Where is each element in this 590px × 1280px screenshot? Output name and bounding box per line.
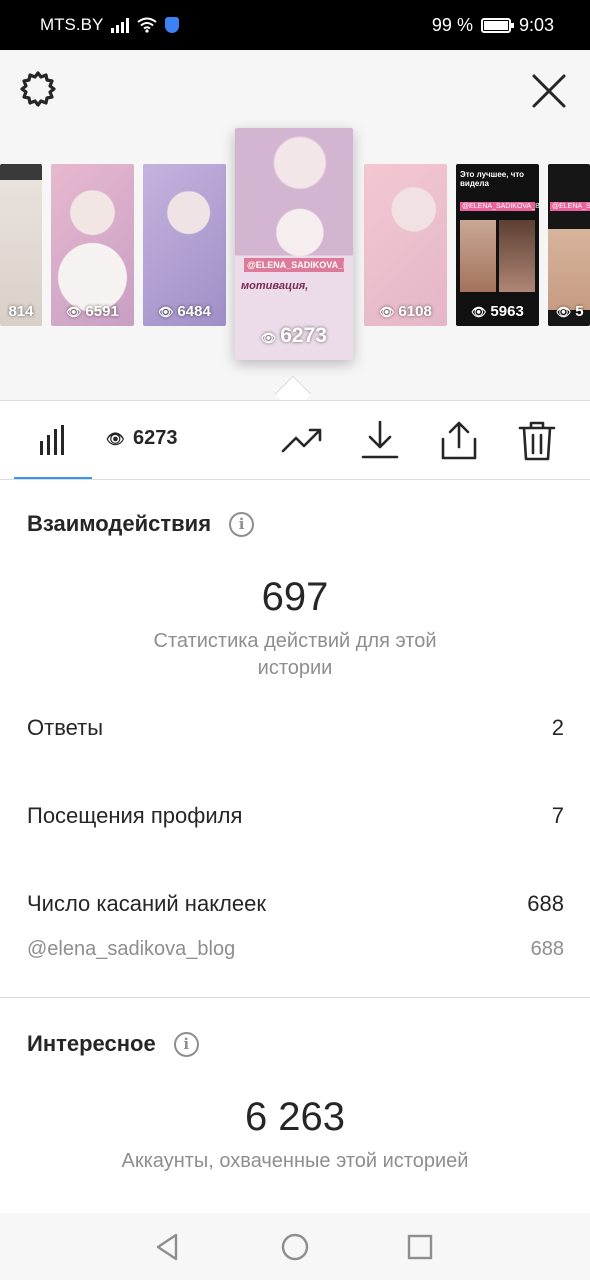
- signal-icon: [111, 17, 130, 33]
- story-thumbnail[interactable]: 👁 6591: [51, 164, 134, 326]
- story-strip-header: 814 👁 6591 👁 6484 👁 6108 Это лучшее, что ви…: [0, 50, 590, 413]
- eye-icon: 👁: [471, 305, 487, 319]
- carrier-name: MTS.BY: [40, 15, 104, 34]
- story-view-count: 👁 6273: [106, 427, 178, 449]
- bar-chart-icon: [40, 425, 64, 455]
- discovery-subtitle: Аккаунты, охваченные этой историей: [121, 1150, 469, 1172]
- story-toolbar: 👁 6273: [0, 400, 590, 480]
- settings-gear-icon[interactable]: [18, 69, 58, 109]
- eye-icon: 👁: [556, 305, 572, 319]
- share-icon[interactable]: [437, 419, 481, 463]
- back-icon[interactable]: [150, 1229, 186, 1265]
- story-thumbnail[interactable]: 👁 6108: [364, 164, 447, 326]
- insights-tab[interactable]: [14, 401, 92, 479]
- story-overlay-tag: @ELENA_SADIKOVA_BLOG: [244, 258, 344, 272]
- interactions-total: 697: [261, 575, 329, 619]
- battery-percent: 99 %: [431, 15, 473, 35]
- story-views: 👁 6591: [66, 303, 119, 320]
- eye-icon: 👁: [379, 305, 395, 319]
- home-icon[interactable]: [277, 1229, 313, 1265]
- battery-icon: [480, 18, 514, 33]
- story-views: 👁 6108: [379, 303, 432, 320]
- eye-icon: 👁: [261, 331, 277, 345]
- story-image: [51, 164, 134, 326]
- story-thumbnail[interactable]: 814: [0, 164, 42, 326]
- story-image: [548, 164, 590, 326]
- story-views: 👁 5: [556, 303, 584, 320]
- story-views: 👁 6484: [158, 303, 211, 320]
- photo-right: [499, 220, 535, 292]
- metric-value: 7: [551, 803, 564, 828]
- wifi-icon: [137, 17, 157, 33]
- sticker-mention-value: 688: [530, 938, 564, 960]
- active-tab-indicator: [14, 477, 92, 479]
- download-icon[interactable]: [358, 419, 402, 463]
- info-icon[interactable]: i: [173, 1031, 199, 1057]
- clock: 9:03: [518, 15, 554, 35]
- metric-value: 2: [551, 715, 564, 740]
- story-image: [364, 164, 447, 326]
- discovery-heading: Интересное i: [27, 1031, 199, 1057]
- story-overlay-title: мотивация,: [241, 280, 309, 292]
- metric-value: 688: [527, 891, 564, 916]
- metric-label: Ответы: [27, 715, 104, 740]
- status-bar: MTS.BY 99 % 9:03: [0, 0, 590, 50]
- story-image: [143, 164, 226, 326]
- metric-label: Посещения профиля: [27, 803, 243, 828]
- eye-icon: 👁: [66, 305, 82, 319]
- recents-icon[interactable]: [402, 1229, 438, 1265]
- story-thumbnail[interactable]: 👁 6484: [143, 164, 226, 326]
- eye-icon: 👁: [106, 430, 126, 448]
- metric-row-replies: Ответы 2: [27, 715, 564, 741]
- story-image: [0, 164, 42, 326]
- photo-left: [460, 220, 496, 292]
- story-views: 👁 5963: [471, 303, 524, 320]
- trending-up-icon[interactable]: [280, 419, 324, 463]
- metric-label: Число касаний наклеек: [27, 891, 266, 916]
- section-divider: [0, 997, 590, 998]
- trash-icon[interactable]: [515, 419, 559, 463]
- story-overlay-tag: @ELENA_SADIKOVA_BLOG: [460, 202, 539, 211]
- story-views: 👁 6273: [261, 324, 327, 347]
- story-thumbnail[interactable]: Это лучшее, что видела @ELENA_SADIKOVA_B…: [456, 164, 539, 326]
- info-icon[interactable]: i: [229, 511, 255, 537]
- discovery-total: 6 263: [244, 1095, 346, 1139]
- story-views: 814: [8, 303, 34, 320]
- metric-row-sticker-taps: Число касаний наклеек 688: [27, 891, 564, 917]
- interactions-heading: Взаимодействия i: [27, 511, 255, 537]
- story-overlay-tag: @ELENA_SADIKOVA_BLOG: [550, 202, 590, 211]
- sticker-mention-row: @elena_sadikova_blog 688: [27, 938, 564, 961]
- system-navigation-bar: [0, 1213, 590, 1280]
- close-icon[interactable]: [528, 70, 570, 112]
- selected-story-thumbnail[interactable]: @ELENA_SADIKOVA_BLOG мотивация, 👁6273: [235, 128, 353, 360]
- interactions-subtitle: Статистика действий для этой истории: [153, 630, 437, 679]
- eye-icon: 👁: [158, 305, 174, 319]
- story-thumbnail[interactable]: @ELENA_SADIKOVA_BLOG 👁5: [548, 164, 590, 326]
- story-overlay-title: Это лучшее, что видела: [460, 170, 525, 188]
- shield-icon: [165, 17, 180, 33]
- metric-row-profile-visits: Посещения профиля 7: [27, 803, 564, 829]
- sticker-mention-label: @elena_sadikova_blog: [27, 938, 236, 960]
